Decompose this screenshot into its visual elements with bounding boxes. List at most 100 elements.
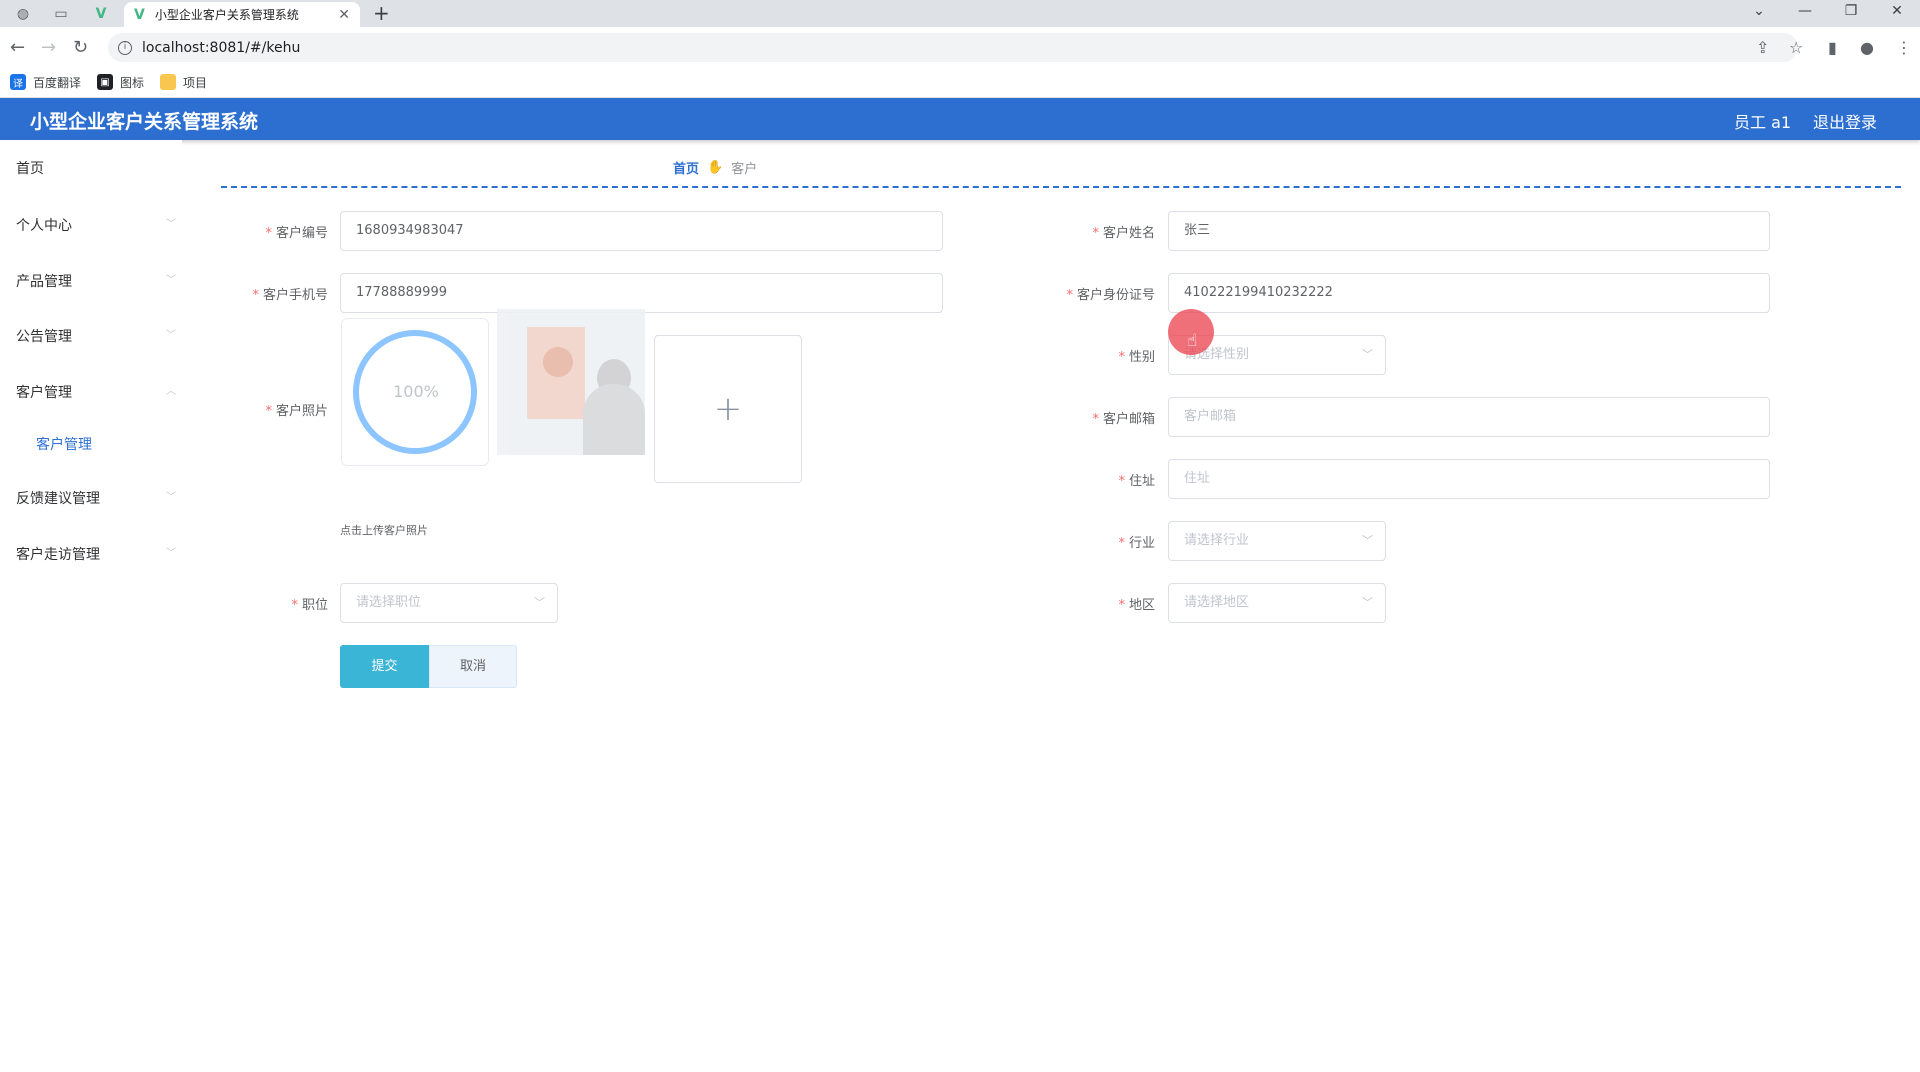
- forward-icon[interactable]: →: [41, 37, 56, 58]
- position-placeholder: 请选择职位: [356, 595, 422, 610]
- more-menu-icon[interactable]: ⋮: [1896, 38, 1912, 57]
- gender-label: * 性别: [1118, 350, 1155, 365]
- customer-name-input[interactable]: 张三: [1168, 211, 1770, 251]
- sidebar-item-feedback[interactable]: 反馈建议管理 ﹀: [16, 488, 176, 508]
- app-header: 小型企业客户关系管理系统 员工 a1 退出登录: [0, 98, 1920, 140]
- plus-icon: +: [713, 389, 743, 429]
- email-input[interactable]: 客户邮箱: [1168, 397, 1770, 437]
- app-title: 小型企业客户关系管理系统: [30, 111, 259, 133]
- chevron-up-icon: ︿: [166, 386, 176, 397]
- side-panel-icon[interactable]: ▮: [1828, 38, 1837, 57]
- vue-tab-icon[interactable]: V: [84, 3, 118, 25]
- url-text: localhost:8081/#/kehu: [142, 39, 301, 56]
- region-select[interactable]: 请选择地区 ﹀: [1168, 583, 1386, 623]
- chevron-down-icon: ﹀: [166, 275, 176, 286]
- chevron-down-icon: ﹀: [1362, 348, 1373, 361]
- hand-cursor-icon: ☝: [1187, 331, 1198, 351]
- bookmark-label: 项目: [183, 75, 208, 90]
- bookmark-icons[interactable]: ▣ 图标: [97, 74, 144, 91]
- address-input[interactable]: 住址: [1168, 459, 1770, 499]
- cancel-button[interactable]: 取消: [429, 645, 517, 688]
- profile-icon[interactable]: ●: [1860, 38, 1874, 57]
- close-window-icon[interactable]: ✕: [1874, 0, 1920, 27]
- region-placeholder: 请选择地区: [1184, 595, 1250, 610]
- id-card-label: * 客户身份证号: [1066, 288, 1155, 303]
- minimize-icon[interactable]: —: [1782, 0, 1828, 27]
- reload-icon[interactable]: ↻: [73, 37, 88, 58]
- chevron-down-icon: ﹀: [166, 492, 176, 503]
- bookmark-label: 图标: [120, 75, 145, 90]
- id-card-input[interactable]: 410222199410232222: [1168, 273, 1770, 313]
- bookmark-star-icon[interactable]: ☆: [1789, 38, 1803, 57]
- industry-label: * 行业: [1118, 536, 1155, 551]
- logout-link[interactable]: 退出登录: [1813, 109, 1877, 133]
- breadcrumb-current: 客户: [731, 162, 758, 177]
- sidebar-item-label: 首页: [16, 161, 44, 177]
- customer-photo-thumbnail[interactable]: [497, 309, 645, 455]
- sidebar-item-announcements[interactable]: 公告管理 ﹀: [16, 326, 176, 346]
- site-info-icon[interactable]: i: [118, 40, 132, 55]
- sidebar-item-label: 反馈建议管理: [16, 491, 100, 507]
- browser-tab-bar: ◍ ▭ V V 小型企业客户关系管理系统 ✕ + ⌄ — ❐ ✕: [0, 0, 1920, 27]
- email-label: * 客户邮箱: [1092, 412, 1155, 427]
- vue-logo-icon: V: [134, 6, 145, 23]
- upload-tip: 点击上传客户照片: [340, 524, 428, 537]
- folder-icon: [160, 74, 177, 90]
- dashed-divider: [221, 186, 1901, 188]
- back-icon[interactable]: ←: [10, 37, 25, 58]
- sidebar-item-customer-visits[interactable]: 客户走访管理 ﹀: [16, 544, 176, 564]
- sidebar-item-label: 客户走访管理: [16, 547, 100, 563]
- chevron-down-icon: ﹀: [166, 330, 176, 341]
- sidebar-item-personal-center[interactable]: 个人中心 ﹀: [16, 215, 176, 235]
- customer-name-label: * 客户姓名: [1092, 226, 1155, 241]
- phone-label: * 客户手机号: [252, 288, 328, 303]
- phone-input[interactable]: 17788889999: [340, 273, 943, 313]
- industry-select[interactable]: 请选择行业 ﹀: [1168, 521, 1386, 561]
- sidebar-item-label: 产品管理: [16, 274, 72, 290]
- sidebar: 首页 个人中心 ﹀ 产品管理 ﹀ 公告管理 ﹀ 客户管理 ︿ 客户管理 反馈建议…: [0, 140, 182, 1072]
- customer-no-input[interactable]: 1680934983047: [340, 211, 943, 251]
- submit-button[interactable]: 提交: [340, 645, 429, 688]
- sidebar-item-products[interactable]: 产品管理 ﹀: [16, 271, 176, 291]
- upload-add-button[interactable]: +: [654, 335, 802, 483]
- translate-icon: 译: [10, 74, 26, 90]
- tab-title: 小型企业客户关系管理系统: [154, 8, 299, 22]
- chevron-down-icon: ﹀: [534, 596, 545, 609]
- globe-icon[interactable]: ◍: [6, 3, 40, 25]
- bookmark-label: 百度翻译: [33, 75, 82, 90]
- tab-search-icon[interactable]: ⌄: [1736, 0, 1782, 27]
- industry-placeholder: 请选择行业: [1184, 533, 1250, 548]
- breadcrumb: 首页 ✋ 客户: [673, 158, 757, 177]
- window-controls: ⌄ — ❐ ✕: [1736, 0, 1920, 27]
- chevron-down-icon: ﹀: [166, 548, 176, 559]
- upload-progress-text: 100%: [393, 382, 439, 401]
- image-icon: ▣: [97, 74, 114, 90]
- chevron-down-icon: ﹀: [166, 219, 176, 230]
- restore-icon[interactable]: ❐: [1828, 0, 1874, 27]
- photo-label: * 客户照片: [265, 404, 328, 419]
- upload-progress-card: 100%: [341, 318, 489, 466]
- breadcrumb-home[interactable]: 首页: [673, 158, 699, 177]
- blank-tab-icon[interactable]: ▭: [44, 3, 78, 25]
- sidebar-item-home[interactable]: 首页: [16, 158, 176, 178]
- sidebar-item-label: 客户管理: [16, 385, 72, 401]
- region-label: * 地区: [1118, 598, 1155, 613]
- customer-no-label: * 客户编号: [265, 226, 328, 241]
- close-tab-icon[interactable]: ✕: [338, 7, 350, 23]
- current-user[interactable]: 员工 a1: [1734, 109, 1791, 133]
- address-label: * 住址: [1118, 474, 1155, 489]
- sidebar-subitem-customer-management[interactable]: 客户管理: [36, 434, 92, 454]
- sidebar-item-customers[interactable]: 客户管理 ︿: [16, 382, 176, 402]
- sidebar-item-label: 个人中心: [16, 218, 72, 234]
- address-bar[interactable]: i localhost:8081/#/kehu: [108, 33, 1798, 62]
- bookmark-project[interactable]: 项目: [160, 74, 207, 91]
- bookmarks-bar: 译 百度翻译 ▣ 图标 项目: [0, 67, 1920, 98]
- chevron-down-icon: ﹀: [1362, 596, 1373, 609]
- bookmark-translate[interactable]: 译 百度翻译: [10, 74, 81, 91]
- position-select[interactable]: 请选择职位 ﹀: [340, 583, 558, 623]
- new-tab-button[interactable]: +: [373, 1, 390, 25]
- active-browser-tab[interactable]: V 小型企业客户关系管理系统 ✕: [124, 2, 360, 27]
- position-label: * 职位: [291, 598, 328, 613]
- chevron-down-icon: ﹀: [1362, 534, 1373, 547]
- share-icon[interactable]: ⇪: [1756, 38, 1769, 57]
